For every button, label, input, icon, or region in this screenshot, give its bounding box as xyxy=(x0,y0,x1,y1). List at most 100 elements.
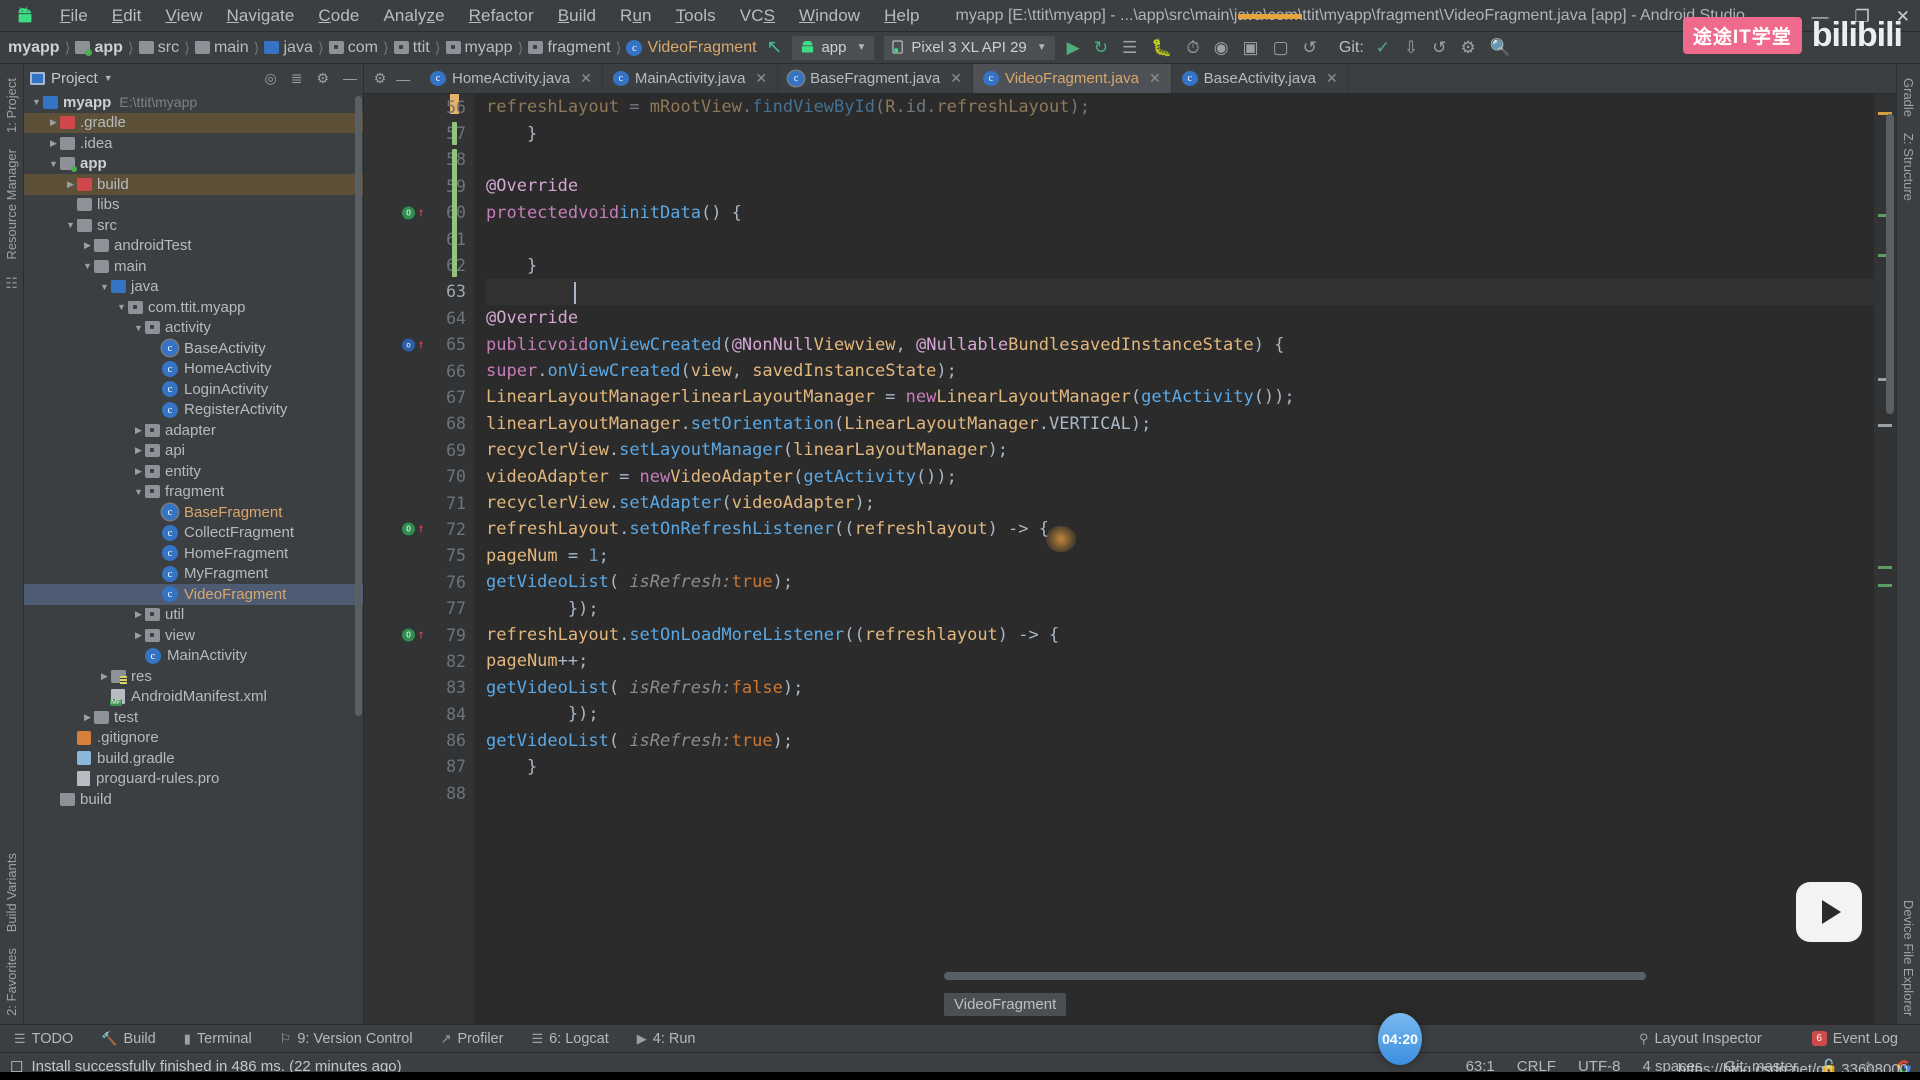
minimize-button[interactable]: — xyxy=(1812,8,1829,25)
avd-manager-icon[interactable]: ▣ xyxy=(1243,39,1259,56)
menu-item-run[interactable]: Run xyxy=(608,3,664,29)
code-line-58[interactable] xyxy=(486,147,1896,173)
tree-node-activity[interactable]: ▼ activity xyxy=(24,318,363,339)
editor-tab-basefragment[interactable]: c BaseFragment.java ✕ xyxy=(778,64,973,93)
code-line-60[interactable]: protected void initData() { xyxy=(486,200,1896,226)
close-icon[interactable]: ✕ xyxy=(1149,70,1161,87)
implements-method-icon[interactable]: o xyxy=(402,338,415,352)
gutter-line-84[interactable]: 84 xyxy=(364,701,474,727)
chevron-down-icon[interactable]: ▼ xyxy=(104,73,113,83)
rail-tab-favorites[interactable]: 2: Favorites xyxy=(1,940,22,1024)
tool-window-terminal[interactable]: ▮ Terminal xyxy=(170,1031,266,1047)
editor-tab-videofragment[interactable]: c VideoFragment.java ✕ xyxy=(972,64,1172,93)
code-line-66[interactable]: super. onViewCreated(view, savedInstanceS… xyxy=(486,358,1896,384)
tree-node-main[interactable]: ▼ main xyxy=(24,256,363,277)
gutter-line-77[interactable]: 77 xyxy=(364,595,474,621)
close-icon[interactable]: ✕ xyxy=(950,70,962,87)
code-line-63[interactable] xyxy=(486,278,1896,306)
editor-tab-baseactivity[interactable]: c BaseActivity.java ✕ xyxy=(1172,64,1349,93)
chevron-right-icon[interactable]: ▶ xyxy=(47,138,60,149)
menu-item-help[interactable]: Help xyxy=(872,3,931,29)
code-line-68[interactable]: linearLayoutManager. setOrientation(Linea… xyxy=(486,411,1896,437)
chevron-right-icon[interactable]: ▶ xyxy=(64,179,77,190)
chevron-right-icon[interactable]: ▶ xyxy=(132,630,145,641)
chevron-down-icon[interactable]: ▼ xyxy=(47,159,60,169)
sync-gradle-icon[interactable]: ↺ xyxy=(1303,39,1317,56)
editor-tab-homeactivity[interactable]: c HomeActivity.java ✕ xyxy=(420,64,603,93)
tree-node-homefragment[interactable]: c HomeFragment xyxy=(24,543,363,564)
code-line-67[interactable]: LinearLayoutManager linearLayoutManager … xyxy=(486,384,1896,410)
settings-icon[interactable]: ⚙ xyxy=(1461,39,1476,56)
breadcrumb-item-videofragment[interactable]: c VideoFragment xyxy=(626,39,757,57)
tree-node-build[interactable]: build xyxy=(24,789,363,810)
code-line-62[interactable]: } xyxy=(486,252,1896,278)
code-line-87[interactable]: } xyxy=(486,754,1896,780)
code-line-83[interactable]: getVideoList( isRefresh: false); xyxy=(486,675,1896,701)
tree-node-adapter[interactable]: ▶ adapter xyxy=(24,420,363,441)
code-line-72[interactable]: refreshLayout. setOnRefreshListener((refr… xyxy=(486,516,1896,542)
code-line-56[interactable]: refreshLayout = mRootView. findViewById(R… xyxy=(486,94,1896,120)
override-method-icon[interactable]: O xyxy=(402,522,415,536)
tree-node-mainactivity[interactable]: c MainActivity xyxy=(24,646,363,667)
code-line-82[interactable]: pageNum ++; xyxy=(486,648,1896,674)
maximize-button[interactable]: ❐ xyxy=(1855,8,1870,25)
tree-node-app[interactable]: ▼ app xyxy=(24,154,363,175)
breadcrumb-item-myapp[interactable]: myapp xyxy=(8,39,60,57)
gutter-line-79[interactable]: 79 O ↑ xyxy=(364,622,474,648)
tree-node-loginactivity[interactable]: c LoginActivity xyxy=(24,379,363,400)
code-line-61[interactable] xyxy=(486,226,1896,252)
tree-node-view[interactable]: ▶ view xyxy=(24,625,363,646)
chevron-down-icon[interactable]: ▼ xyxy=(64,220,77,230)
code-line-71[interactable]: recyclerView. setAdapter(videoAdapter); xyxy=(486,490,1896,516)
menu-item-file[interactable]: FFileile xyxy=(48,3,100,29)
search-icon[interactable]: 🔍 xyxy=(1490,39,1511,56)
code-line-64[interactable]: @Override xyxy=(486,305,1896,331)
breadcrumb-item-src[interactable]: src xyxy=(138,39,179,57)
breadcrumb-item-java[interactable]: java xyxy=(264,39,313,57)
gutter-line-58[interactable]: 58 xyxy=(364,147,474,173)
run-configuration-selector[interactable]: app ▼ xyxy=(792,35,875,60)
editor-horizontal-scrollbar[interactable] xyxy=(944,972,1646,980)
gutter-line-75[interactable]: 75 xyxy=(364,543,474,569)
tree-node-fragment[interactable]: ▼ fragment xyxy=(24,482,363,503)
tree-node-util[interactable]: ▶ util xyxy=(24,605,363,626)
tree-node-build[interactable]: ▶ build xyxy=(24,174,363,195)
rail-tab-structure[interactable]: Z: Structure xyxy=(1898,125,1919,209)
tree-node--gradle[interactable]: ▶ .gradle xyxy=(24,112,363,133)
tree-node-src[interactable]: ▼ src xyxy=(24,215,363,236)
chevron-right-icon[interactable]: ▶ xyxy=(132,466,145,477)
menu-item-view[interactable]: View xyxy=(154,3,215,29)
tree-node-test[interactable]: ▶ test xyxy=(24,707,363,728)
gutter-line-60[interactable]: 60O↑ xyxy=(364,200,474,226)
chevron-right-icon[interactable]: ▶ xyxy=(47,117,60,128)
rail-tab-project[interactable]: 1: Project xyxy=(1,70,22,141)
code-editor[interactable]: 5657585960O↑6162636465o↑66676869707172O↑… xyxy=(364,94,1896,1024)
breadcrumb-item-com[interactable]: com xyxy=(328,39,378,57)
back-arrow-icon[interactable]: ↖ xyxy=(767,36,783,59)
breadcrumb-item-app[interactable]: app xyxy=(75,39,123,57)
gutter-line-70[interactable]: 70 xyxy=(364,463,474,489)
check-icon[interactable]: ✓ xyxy=(1376,39,1390,56)
menu-item-build[interactable]: Build xyxy=(546,3,608,29)
gutter-line-67[interactable]: 67 xyxy=(364,384,474,410)
menu-item-tools[interactable]: Tools xyxy=(664,3,728,29)
chevron-right-icon[interactable]: ▶ xyxy=(132,445,145,456)
device-manager-icon[interactable]: ▢ xyxy=(1273,39,1289,56)
project-scrollbar-thumb[interactable] xyxy=(355,96,362,716)
gutter-line-69[interactable]: 69 xyxy=(364,437,474,463)
tool-window-version-control[interactable]: ⚐ 9: Version Control xyxy=(266,1031,427,1047)
tree-node--idea[interactable]: ▶ .idea xyxy=(24,133,363,154)
chevron-right-icon[interactable]: ▶ xyxy=(81,712,94,723)
breadcrumb-item-main[interactable]: main xyxy=(194,39,249,57)
tree-node-collectfragment[interactable]: c CollectFragment xyxy=(24,523,363,544)
tree-node-registeractivity[interactable]: c RegisterActivity xyxy=(24,400,363,421)
tool-window-layout-inspector[interactable]: ⚲ Layout Inspector xyxy=(1625,1031,1776,1047)
override-method-icon[interactable]: O xyxy=(402,628,415,642)
close-icon[interactable]: ✕ xyxy=(580,70,592,87)
breadcrumb-item-fragment[interactable]: fragment xyxy=(528,39,611,57)
structure-icon[interactable]: ☷ xyxy=(5,275,18,292)
menu-item-analyze[interactable]: Analyze xyxy=(371,3,456,29)
gutter-line-72[interactable]: 72 O ↑ xyxy=(364,516,474,542)
debug-icon[interactable]: 🐛 xyxy=(1151,39,1172,56)
rail-tab-gradle[interactable]: Gradle xyxy=(1898,70,1919,125)
